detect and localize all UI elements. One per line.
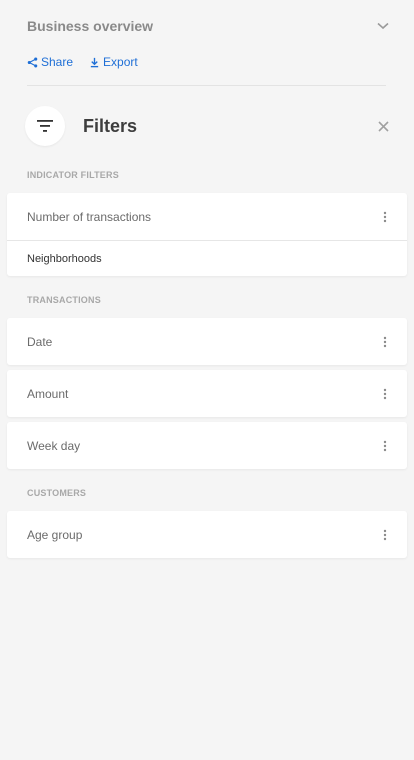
export-label: Export: [103, 55, 138, 69]
filter-sub-row[interactable]: Neighborhoods: [7, 241, 407, 276]
filters-title: Filters: [83, 115, 138, 136]
share-button[interactable]: Share: [27, 55, 73, 69]
export-button[interactable]: Export: [89, 55, 138, 69]
filter-card-week-day: Week day: [7, 422, 407, 469]
filter-card-date: Date: [7, 318, 407, 365]
more-vert-icon[interactable]: [379, 335, 391, 349]
filter-row[interactable]: Number of transactions: [7, 193, 407, 240]
section-label-customers: CUSTOMERS: [27, 488, 87, 498]
chevron-down-icon[interactable]: [375, 18, 391, 34]
dashboard-header: Business overview: [27, 12, 391, 40]
close-icon[interactable]: [375, 118, 391, 134]
more-vert-icon[interactable]: [379, 210, 391, 224]
more-vert-icon[interactable]: [379, 528, 391, 542]
filter-row[interactable]: Date: [7, 318, 407, 365]
filter-row[interactable]: Age group: [7, 511, 407, 558]
filter-label: Age group: [27, 527, 83, 542]
filter-list-icon: [25, 106, 65, 146]
filter-card-age-group: Age group: [7, 511, 407, 558]
filter-row[interactable]: Amount: [7, 370, 407, 417]
filter-card-number-of-transactions: Number of transactions Neighborhoods: [7, 193, 407, 276]
share-icon: [27, 57, 38, 68]
filter-label: Amount: [27, 386, 69, 401]
download-icon: [89, 57, 100, 68]
filter-row[interactable]: Week day: [7, 422, 407, 469]
section-label-transactions: TRANSACTIONS: [27, 295, 101, 305]
filter-sub-label: Neighborhoods: [27, 252, 102, 265]
more-vert-icon[interactable]: [379, 439, 391, 453]
filter-card-amount: Amount: [7, 370, 407, 417]
section-label-indicator-filters: INDICATOR FILTERS: [27, 170, 119, 180]
filter-label: Date: [27, 334, 53, 349]
dashboard-actions: Share Export: [27, 55, 138, 69]
dashboard-title: Business overview: [27, 18, 154, 34]
header-divider: [27, 85, 386, 86]
more-vert-icon[interactable]: [379, 387, 391, 401]
filter-label: Number of transactions: [27, 209, 152, 224]
filter-label: Week day: [27, 438, 81, 453]
share-label: Share: [41, 55, 74, 69]
filters-header: Filters: [25, 106, 391, 146]
